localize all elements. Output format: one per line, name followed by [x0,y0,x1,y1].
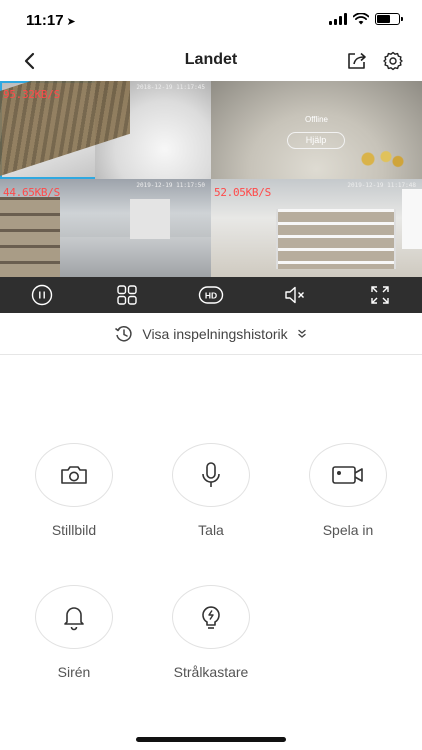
floodlight-circle [172,585,250,649]
snapshot-button[interactable]: Stillbild [14,443,134,538]
pause-icon [31,284,53,306]
history-label: Visa inspelningshistorik [142,325,288,342]
camera-feed-4[interactable]: 52.05KB/S 2019-12-19 11:17:48 [211,179,422,277]
camera-feed-1[interactable]: 95.32KB/S 2018-12-19 11:17:45 [0,81,211,179]
camera-1-speed: 95.32KB/S [3,88,60,101]
location-arrow-icon: ➤ [66,16,76,28]
back-button[interactable] [16,48,42,74]
camera-1-timestamp: 2018-12-19 11:17:45 [136,84,205,91]
talk-label: Tala [198,522,224,538]
record-button[interactable]: Spela in [288,443,408,538]
siren-button[interactable]: Sirén [14,585,134,680]
grid-layout-icon [116,285,137,305]
clock-text: 11:17 [26,12,64,29]
pause-button[interactable] [22,279,62,311]
video-toolbar: HD [0,277,422,313]
wifi-icon [353,13,369,25]
microphone-icon [202,462,220,487]
share-button[interactable] [344,48,370,74]
help-button[interactable]: Hjälp [287,132,345,149]
camera-3-timestamp: 2019-12-19 11:17:50 [136,182,205,189]
mute-icon [285,286,305,304]
bell-icon [64,607,84,631]
camera-grid: 95.32KB/S 2018-12-19 11:17:45 Offline Hj… [0,81,422,277]
status-icons [329,13,403,25]
battery-icon [375,13,403,25]
svg-text:HD: HD [205,291,217,301]
mute-button[interactable] [275,279,315,311]
talk-button[interactable]: Tala [151,443,271,538]
record-label: Spela in [322,522,374,538]
siren-label: Sirén [57,664,91,680]
camera-icon [61,466,87,484]
status-time: 11:17 ➤ [26,12,76,29]
camera-2-offline-status: Offline [305,115,328,124]
camera-3-speed: 44.65KB/S [3,186,60,199]
fullscreen-button[interactable] [360,279,400,311]
recording-history-button[interactable]: Visa inspelningshistorik [0,313,422,355]
grid-layout-button[interactable] [107,279,147,311]
camera-feed-3[interactable]: 44.65KB/S 2019-12-19 11:17:50 [0,179,211,277]
back-chevron-icon [24,52,35,70]
nav-bar: Landet [0,42,422,80]
video-camera-icon [332,466,363,484]
settings-button[interactable] [380,48,406,74]
floodlight-button[interactable]: Strålkastare [151,585,271,680]
talk-circle [172,443,250,507]
camera-4-speed: 52.05KB/S [214,186,271,199]
lightbulb-icon [202,606,220,629]
status-bar: 11:17 ➤ [0,0,422,42]
gear-icon [383,51,403,71]
snapshot-circle [35,443,113,507]
hd-icon: HD [198,286,224,304]
record-circle [309,443,387,507]
camera-4-timestamp: 2019-12-19 11:17:48 [347,182,416,189]
share-icon [348,52,366,69]
snapshot-label: Stillbild [51,522,97,538]
fullscreen-icon [371,286,389,304]
history-clock-icon [115,325,132,341]
hd-button[interactable]: HD [191,279,231,311]
home-indicator[interactable] [136,737,286,742]
double-chevron-down-icon [297,329,306,338]
cellular-signal-icon [329,13,347,25]
siren-circle [35,585,113,649]
camera-feed-2[interactable]: Offline Hjälp [211,81,422,179]
floodlight-label: Strålkastare [173,664,249,680]
